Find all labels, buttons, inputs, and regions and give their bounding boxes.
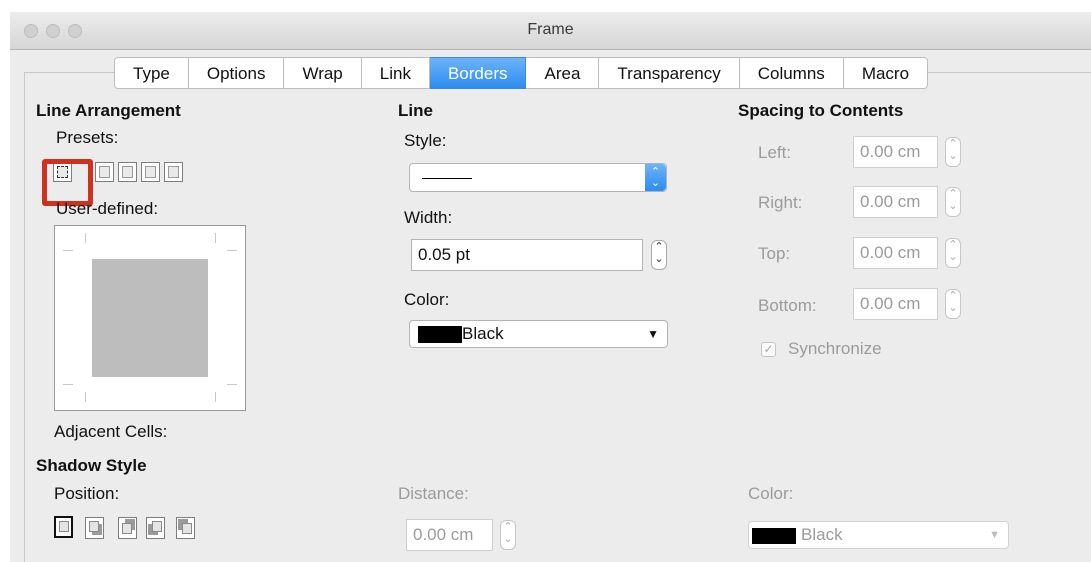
style-label: Style: [404, 131, 447, 150]
line-color-label: Color: [404, 290, 450, 309]
black-color-swatch [752, 528, 796, 544]
dropdown-arrow-icon: ▼ [647, 327, 659, 341]
shadow-style-heading: Shadow Style [36, 456, 147, 475]
line-style-select[interactable]: ⌃ ⌄ [409, 163, 667, 192]
presets-label: Presets: [56, 128, 119, 147]
preset-outer-inner-icon [122, 166, 133, 178]
preset-outer-vertical-button[interactable] [164, 162, 183, 182]
border-preview-square [92, 259, 208, 377]
corner-tick [85, 392, 86, 402]
corner-tick [227, 250, 237, 251]
preset-outer-vertical-icon [168, 166, 179, 178]
shadow-distance-stepper[interactable]: ⌃ ⌄ [500, 520, 516, 550]
spacing-bottom-field[interactable]: 0.00 cm [853, 288, 938, 320]
tab-options[interactable]: Options [188, 57, 285, 89]
corner-tick [215, 233, 216, 243]
line-style-sample [422, 178, 472, 179]
tab-link[interactable]: Link [361, 57, 430, 89]
spacing-top-field[interactable]: 0.00 cm [853, 237, 938, 269]
adjacent-cells-label: Adjacent Cells: [54, 422, 168, 441]
shadow-top-left-button[interactable] [176, 517, 195, 539]
tab-transparency[interactable]: Transparency [599, 57, 740, 89]
spacing-right-label: Right: [758, 193, 803, 212]
shadow-none-button[interactable] [54, 516, 73, 538]
tab-area[interactable]: Area [526, 57, 600, 89]
tab-wrap[interactable]: Wrap [284, 57, 362, 89]
black-color-swatch [418, 326, 462, 343]
shadow-bottom-right-button[interactable] [85, 517, 104, 539]
corner-tick [63, 250, 73, 251]
line-width-stepper[interactable]: ⌃ ⌄ [651, 240, 667, 270]
line-heading: Line [398, 101, 433, 120]
user-defined-label: User-defined: [56, 199, 159, 218]
shadow-bottom-left-button[interactable] [146, 517, 165, 539]
shadow-distance-label: Distance: [398, 484, 469, 503]
title-bar: Frame [10, 12, 1091, 50]
shadow-bottom-left-icon [152, 521, 162, 532]
tab-macro[interactable]: Macro [843, 57, 929, 89]
spacing-bottom-label: Bottom: [758, 296, 817, 315]
user-defined-border-area[interactable] [54, 225, 246, 411]
preset-outer-border-button[interactable] [95, 162, 114, 182]
tab-columns[interactable]: Columns [739, 57, 844, 89]
shadow-top-left-icon [182, 523, 192, 534]
spacing-left-label: Left: [758, 143, 792, 162]
line-width-field[interactable]: 0.05 pt [411, 239, 643, 271]
tab-type[interactable]: Type [114, 57, 189, 89]
shadow-position-label: Position: [54, 484, 120, 503]
shadow-color-label: Color: [748, 484, 794, 503]
corner-tick [63, 384, 73, 385]
dropdown-arrow-icon: ▼ [989, 529, 1000, 541]
spacing-bottom-stepper[interactable]: ⌃ ⌄ [945, 289, 961, 319]
spacing-right-field[interactable]: 0.00 cm [853, 186, 938, 218]
preset-outer-border-icon [99, 166, 110, 178]
frame-dialog: Frame Type Options Wrap Link Borders Are… [10, 12, 1091, 562]
shadow-color-value: Black [801, 525, 843, 544]
line-arrangement-heading: Line Arrangement [36, 101, 181, 120]
shadow-top-right-icon [122, 523, 132, 534]
preset-outer-inner-button[interactable] [118, 162, 137, 182]
line-color-select[interactable]: Black ▼ [409, 320, 668, 348]
spacing-heading: Spacing to Contents [738, 101, 904, 120]
width-label: Width: [404, 208, 453, 227]
synchronize-label: Synchronize [788, 339, 882, 358]
preset-outer-horizontal-button[interactable] [141, 162, 160, 182]
shadow-none-icon [59, 521, 69, 532]
shadow-color-select[interactable]: Black ▼ [748, 521, 1009, 549]
corner-tick [85, 233, 86, 243]
shadow-top-right-button[interactable] [118, 517, 137, 539]
tab-bar: Type Options Wrap Link Borders Area Tran… [114, 57, 929, 89]
chevron-updown-icon: ⌃ ⌄ [645, 164, 666, 191]
spacing-top-label: Top: [758, 244, 791, 263]
spacing-left-stepper[interactable]: ⌃ ⌄ [945, 137, 961, 167]
corner-tick [227, 384, 237, 385]
spacing-top-stepper[interactable]: ⌃ ⌄ [945, 238, 961, 268]
spacing-left-field[interactable]: 0.00 cm [853, 136, 938, 168]
shadow-distance-field[interactable]: 0.00 cm [406, 519, 493, 551]
window-title: Frame [527, 21, 574, 38]
shadow-bottom-right-icon [89, 521, 99, 532]
preset-outer-horizontal-icon [145, 166, 156, 178]
spacing-right-stepper[interactable]: ⌃ ⌄ [945, 187, 961, 217]
corner-tick [215, 392, 216, 402]
synchronize-checkbox[interactable]: ✓ [761, 342, 776, 357]
tab-borders[interactable]: Borders [429, 57, 527, 89]
line-color-value: Black [462, 324, 504, 343]
